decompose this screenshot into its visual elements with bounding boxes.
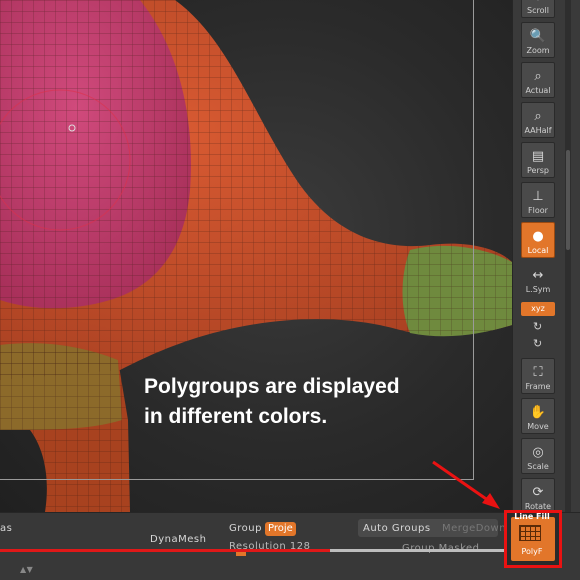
left-fragment-label: as [0,523,13,534]
floor-label: Floor [528,206,548,215]
collapse-arrows-icon[interactable]: ▲▼ [20,565,33,574]
lsym-button[interactable]: ↔ L.Sym [521,266,555,296]
rotate-button[interactable]: ⟳ Rotate [521,478,555,514]
rotate-icon: ⟳ [532,484,544,500]
scrollbar-thumb[interactable] [566,150,570,250]
zoom-icon: 🔍 [529,28,547,44]
auto-groups-button[interactable]: Auto Groups [363,523,431,534]
line-fill-title: Line Fill [514,512,550,521]
actual-label: Actual [525,86,551,95]
rotate-z-icon[interactable]: ↻ [533,337,542,350]
polyf-label: PolyF [521,547,543,556]
geometry-palette: as DynaMesh Group Proje Resolution 128 A… [0,512,580,580]
persp-label: Persp [527,166,549,175]
persp-button[interactable]: ▤ Persp [521,142,555,178]
caption-line-1: Polygroups are displayed [144,375,400,398]
caption-line-2: in different colors. [144,405,328,428]
scroll-label: Scroll [527,6,549,15]
annotation-underline [0,549,330,552]
zoom-button[interactable]: 🔍 Zoom [521,22,555,58]
polyframe-grid-icon [519,525,541,541]
palette-divider [330,549,510,552]
scale-icon: ◎ [532,444,544,460]
xyz-button[interactable]: xyz [521,302,555,316]
actual-icon: ⌕ [534,68,542,84]
group-toggle[interactable]: Group [229,523,262,534]
move-label: Move [527,422,549,431]
rotate-y-icon[interactable]: ↻ [533,320,542,333]
floor-icon: ⊥ [532,188,544,204]
zoom-label: Zoom [526,46,550,55]
scroll-button[interactable]: ✥ Scroll [521,0,555,18]
dynamesh-button[interactable]: DynaMesh [150,534,206,545]
merge-down-button[interactable]: MergeDown [442,523,506,534]
canvas-viewport[interactable] [0,0,512,512]
actual-button[interactable]: ⌕ Actual [521,62,555,98]
frame-button[interactable]: ⛶ Frame [521,358,555,394]
frame-icon: ⛶ [533,364,543,380]
lsym-label: L.Sym [525,285,551,294]
line-fill-button[interactable]: Line Fill PolyF [504,510,562,568]
move-hand-icon: ✋ [529,404,547,420]
resolution-slider-knob[interactable] [236,552,246,556]
persp-icon: ▤ [531,148,545,164]
floor-button[interactable]: ⊥ Floor [521,182,555,218]
project-toggle[interactable]: Proje [265,522,296,536]
right-shelf: ✥ Scroll 🔍 Zoom ⌕ Actual ⌕ AAHalf ▤ Pers… [512,0,580,520]
local-icon: ● [532,228,544,244]
aahalf-icon: ⌕ [534,108,542,124]
move-button[interactable]: ✋ Move [521,398,555,434]
frame-label: Frame [525,382,551,391]
scroll-icon: ✥ [527,0,549,5]
scale-button[interactable]: ◎ Scale [521,438,555,474]
aahalf-button[interactable]: ⌕ AAHalf [521,102,555,138]
caption-annotation: Polygroups are displayed in different co… [144,372,400,432]
shelf-scrollbar[interactable] [565,0,571,520]
local-button[interactable]: ● Local [521,222,555,258]
scale-label: Scale [527,462,549,471]
aahalf-label: AAHalf [524,126,552,135]
lsym-icon: ↔ [532,267,544,283]
local-label: Local [527,246,549,255]
